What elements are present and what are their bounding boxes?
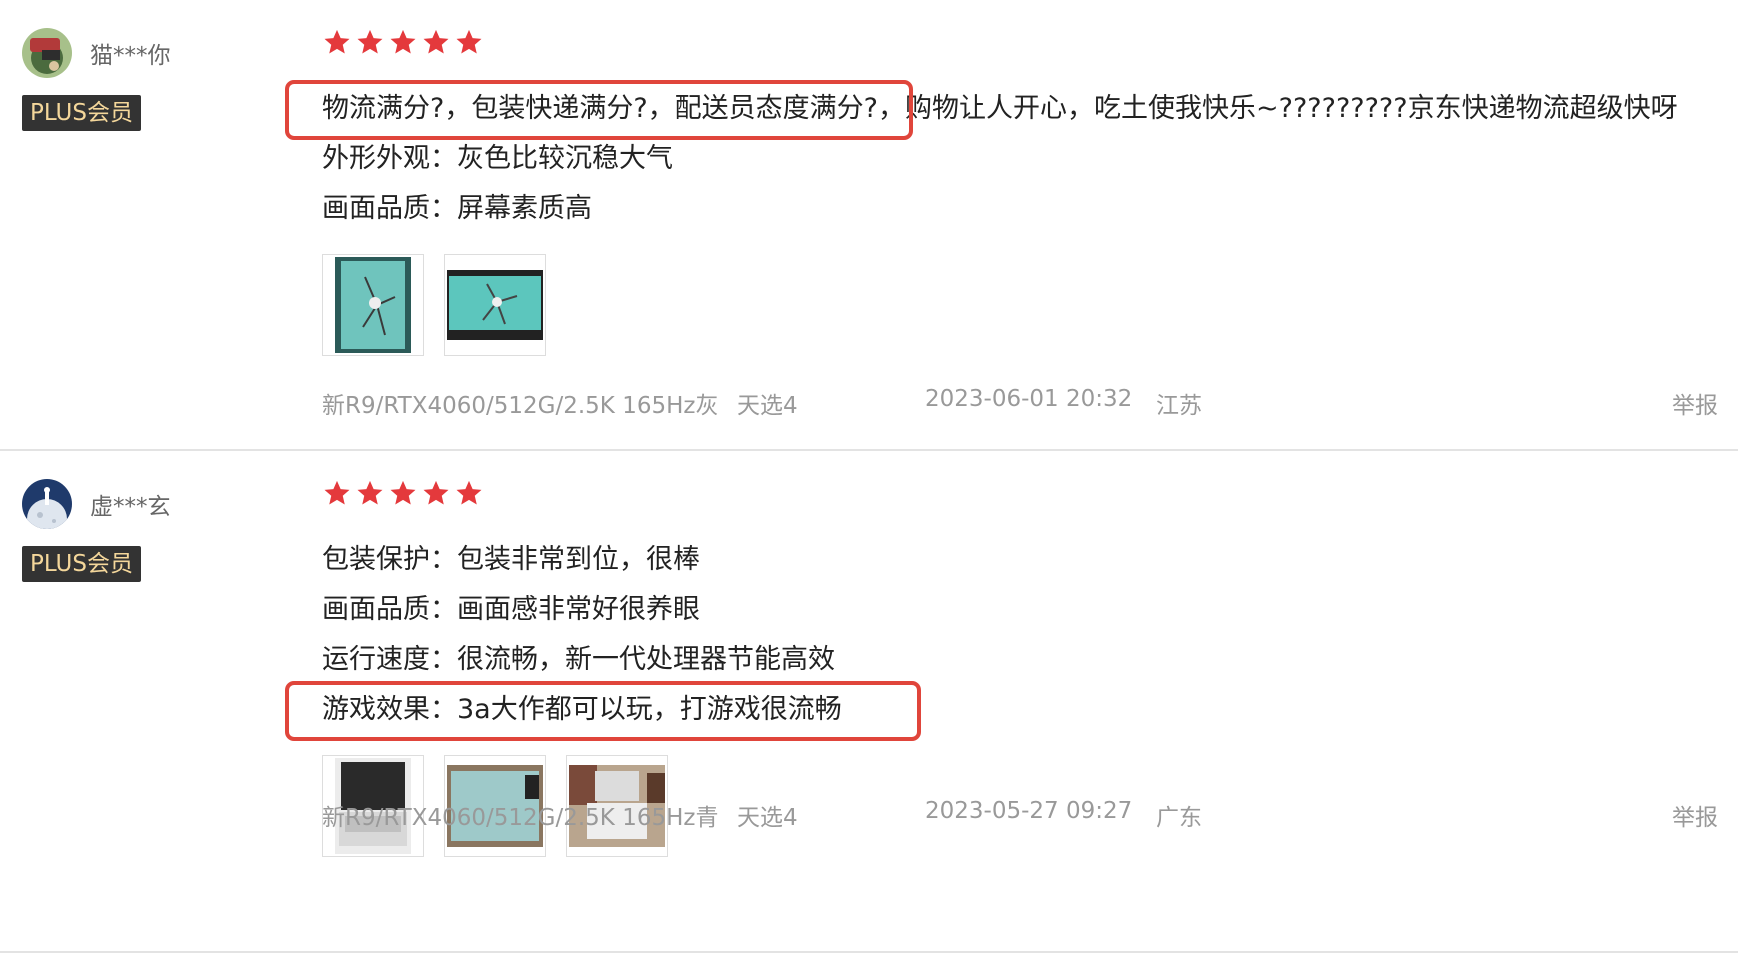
plus-member-badge: PLUS会员 — [22, 546, 141, 582]
star-icon — [357, 29, 383, 54]
review-location: 江苏 — [1156, 393, 1202, 419]
report-link[interactable]: 举报 — [1672, 386, 1718, 420]
star-icon — [357, 480, 383, 505]
highlight-box — [285, 681, 921, 741]
reviewer-name: 虚***玄 — [90, 494, 171, 520]
review-photo-thumbnail[interactable] — [444, 254, 546, 356]
star-rating — [322, 28, 1722, 62]
star-icon — [456, 29, 482, 54]
star-icon — [423, 480, 449, 505]
plus-member-badge: PLUS会员 — [22, 95, 141, 131]
product-model: 天选4 — [737, 805, 798, 831]
review-item: 虚***玄 PLUS会员 包装保护：包装非常到位，很棒 画面品质：画面感非常好很… — [0, 451, 1738, 953]
report-link[interactable]: 举报 — [1672, 798, 1718, 832]
teal-laptop-screen-photo-icon — [335, 257, 411, 353]
review-text-line: 运行速度：很流畅，新一代处理器节能高效 — [322, 644, 835, 675]
avatar[interactable] — [22, 479, 72, 529]
moon-astronaut-avatar-icon — [22, 479, 72, 529]
review-text-rest: 购物让人开心，吃土使我快乐~?????????京东快递物流超级快呀 — [905, 93, 1678, 124]
review-text-line: 物流满分?，包装快递满分?，配送员态度满分?，购物让人开心，吃土使我快乐~???… — [285, 80, 1722, 140]
product-variant: 新R9/RTX4060/512G/2.5K 165Hz青 — [322, 805, 719, 831]
review-text-line: 画面品质：画面感非常好很养眼 — [322, 594, 700, 625]
star-icon — [456, 480, 482, 505]
review-text-line: 包装保护：包装非常到位，很棒 — [322, 544, 700, 575]
product-model: 天选4 — [737, 393, 798, 419]
review-date: 2023-05-27 09:27 — [925, 798, 1133, 824]
star-icon — [390, 29, 416, 54]
highlight-box — [285, 80, 913, 140]
teal-screen-wallpaper-photo-icon — [447, 270, 543, 340]
product-variant: 新R9/RTX4060/512G/2.5K 165Hz灰 — [322, 393, 719, 419]
star-icon — [324, 480, 350, 505]
review-text-line: 游戏效果：3a大作都可以玩，打游戏很流畅 — [285, 681, 1722, 741]
star-rating — [322, 479, 1722, 513]
review-photos — [322, 254, 1722, 356]
review-location: 广东 — [1156, 805, 1202, 831]
reviewer-name: 猫***你 — [90, 43, 171, 69]
review-content: 物流满分?，包装快递满分?，配送员态度满分?，购物让人开心，吃土使我快乐~???… — [285, 28, 1722, 356]
star-icon — [423, 29, 449, 54]
review-item: 猫***你 PLUS会员 物流满分?，包装快递满分?，配送员态度满分?，购物让人… — [0, 0, 1738, 451]
review-text-line: 外形外观：灰色比较沉稳大气 — [322, 143, 673, 174]
game-character-avatar-icon — [22, 28, 72, 78]
review-text-line: 画面品质：屏幕素质高 — [322, 193, 592, 224]
review-photo-thumbnail[interactable] — [322, 254, 424, 356]
star-icon — [390, 480, 416, 505]
review-date: 2023-06-01 20:32 — [925, 386, 1133, 412]
avatar[interactable] — [22, 28, 72, 78]
star-icon — [324, 29, 350, 54]
